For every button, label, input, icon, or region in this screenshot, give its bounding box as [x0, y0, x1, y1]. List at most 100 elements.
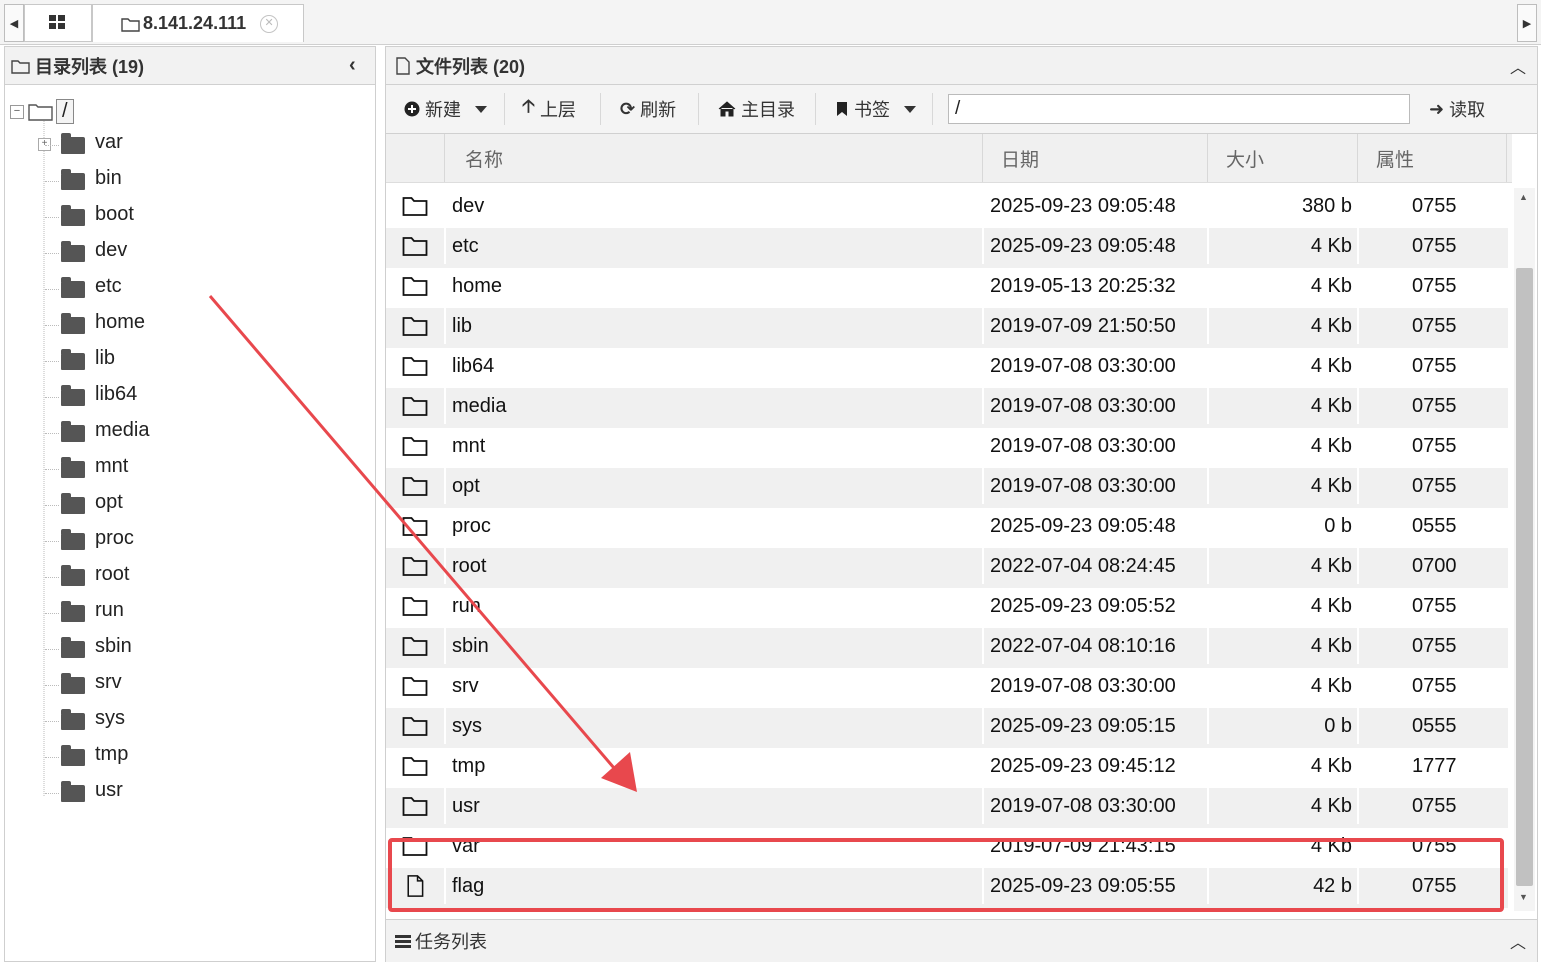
folder-icon	[402, 277, 428, 296]
table-row[interactable]: opt 2019-07-08 03:30:00 4 Kb 0755	[386, 468, 1508, 508]
tree-item-label: etc	[95, 275, 122, 297]
folder-icon	[61, 781, 85, 802]
table-row[interactable]: home 2019-05-13 20:25:32 4 Kb 0755	[386, 268, 1508, 308]
collapse-node-icon[interactable]: −	[10, 104, 24, 119]
tree-item-proc[interactable]: proc	[5, 523, 305, 559]
scrollbar-thumb[interactable]	[1516, 268, 1533, 886]
scroll-up-icon[interactable]: ▲	[1519, 192, 1528, 202]
file-panel-title: 文件列表 (20)	[416, 56, 526, 77]
tree-item-var[interactable]: + var	[5, 127, 305, 163]
table-row[interactable]: proc 2025-09-23 09:05:48 0 b 0555	[386, 508, 1508, 548]
table-row[interactable]: root 2022-07-04 08:24:45 4 Kb 0700	[386, 548, 1508, 588]
tasks-icon	[395, 935, 411, 948]
directory-panel-title: 目录列表 (19)	[35, 56, 145, 77]
tab-scroll-right-icon[interactable]: ▶	[1517, 4, 1537, 42]
tree-item-boot[interactable]: boot	[5, 199, 305, 235]
tree-item-home[interactable]: home	[5, 307, 305, 343]
folder-icon	[61, 349, 85, 370]
file-size: 4 Kb	[1310, 395, 1352, 417]
directory-panel: 目录列表 (19) ‹ − / + var bin boot dev etc home lib…	[4, 46, 376, 962]
folder-icon	[402, 437, 428, 456]
folder-icon	[402, 837, 428, 856]
column-header-attr[interactable]: 属性	[1357, 134, 1507, 182]
bookmark-button-label: 书签	[854, 100, 890, 120]
tab-home[interactable]	[24, 4, 92, 42]
tree-item-etc[interactable]: etc	[5, 271, 305, 307]
table-row[interactable]: sbin 2022-07-04 08:10:16 4 Kb 0755	[386, 628, 1508, 668]
table-row[interactable]: tmp 2025-09-23 09:45:12 4 Kb 1777	[386, 748, 1508, 788]
tree-item-run[interactable]: run	[5, 595, 305, 631]
file-attr: 0555	[1412, 515, 1457, 537]
tree-item-label: sbin	[95, 635, 132, 657]
up-button[interactable]: 🡡 上层	[522, 85, 576, 133]
path-input[interactable]: /	[948, 94, 1410, 124]
folder-icon	[402, 237, 428, 256]
up-button-label: 上层	[539, 100, 576, 120]
tab-scroll-left-icon[interactable]: ◀	[4, 4, 24, 42]
file-attr: 0755	[1412, 595, 1457, 617]
tree-item-label: sys	[95, 707, 125, 729]
file-attr: 0755	[1412, 315, 1457, 337]
folder-icon	[61, 205, 85, 226]
table-row[interactable]: var 2019-07-09 21:43:15 4 Kb 0755	[386, 828, 1508, 868]
folder-icon	[402, 637, 428, 656]
tree-item-sbin[interactable]: sbin	[5, 631, 305, 667]
tree-item-opt[interactable]: opt	[5, 487, 305, 523]
folder-icon	[402, 317, 428, 336]
file-date: 2025-09-23 09:05:48	[990, 515, 1176, 537]
collapse-up-icon[interactable]: ︿	[1510, 54, 1526, 78]
tab-host-label: 8.141.24.111	[143, 13, 247, 33]
table-row[interactable]: dev 2025-09-23 09:05:48 380 b 0755	[386, 188, 1508, 228]
column-header-size[interactable]: 大小	[1207, 134, 1357, 182]
tree-root[interactable]: − /	[10, 99, 74, 124]
table-row[interactable]: etc 2025-09-23 09:05:48 4 Kb 0755	[386, 228, 1508, 268]
folder-icon	[61, 457, 85, 478]
bookmark-button[interactable]: 书签	[836, 85, 916, 133]
tab-connection[interactable]: 8.141.24.111 ✕	[92, 4, 304, 42]
file-size: 4 Kb	[1310, 475, 1352, 497]
folder-icon	[402, 197, 428, 216]
file-name: root	[452, 555, 487, 577]
file-name: run	[452, 595, 481, 617]
tree-item-lib64[interactable]: lib64	[5, 379, 305, 415]
refresh-button[interactable]: ⟳ 刷新	[620, 85, 676, 133]
table-row[interactable]: lib64 2019-07-08 03:30:00 4 Kb 0755	[386, 348, 1508, 388]
tree-item-lib[interactable]: lib	[5, 343, 305, 379]
folder-icon	[61, 277, 85, 298]
tree-item-dev[interactable]: dev	[5, 235, 305, 271]
tree-item-tmp[interactable]: tmp	[5, 739, 305, 775]
column-header-name[interactable]: 名称	[444, 134, 982, 182]
tree-item-usr[interactable]: usr	[5, 775, 305, 811]
table-row[interactable]: run 2025-09-23 09:05:52 4 Kb 0755	[386, 588, 1508, 628]
tree-item-bin[interactable]: bin	[5, 163, 305, 199]
tree-item-srv[interactable]: srv	[5, 667, 305, 703]
tree-item-mnt[interactable]: mnt	[5, 451, 305, 487]
table-row[interactable]: usr 2019-07-08 03:30:00 4 Kb 0755	[386, 788, 1508, 828]
scroll-down-icon[interactable]: ▼	[1519, 892, 1528, 902]
table-row[interactable]: flag 2025-09-23 09:05:55 42 b 0755	[386, 868, 1508, 908]
tree-item-sys[interactable]: sys	[5, 703, 305, 739]
tree-item-media[interactable]: media	[5, 415, 305, 451]
table-row[interactable]: srv 2019-07-08 03:30:00 4 Kb 0755	[386, 668, 1508, 708]
column-header-date[interactable]: 日期	[982, 134, 1207, 182]
table-row[interactable]: media 2019-07-08 03:30:00 4 Kb 0755	[386, 388, 1508, 428]
read-button[interactable]: ➜ 读取	[1429, 85, 1485, 133]
file-list-scrollbar[interactable]: ▲ ▼	[1514, 188, 1535, 911]
file-name: sbin	[452, 635, 489, 657]
file-attr: 0755	[1412, 275, 1457, 297]
file-table-body: dev 2025-09-23 09:05:48 380 b 0755 etc 2025-0…	[386, 188, 1508, 911]
table-row[interactable]: sys 2025-09-23 09:05:15 0 b 0555	[386, 708, 1508, 748]
folder-icon	[61, 709, 85, 730]
expand-up-icon[interactable]: ︿	[1510, 929, 1526, 953]
tree-item-root[interactable]: root	[5, 559, 305, 595]
collapse-panel-icon[interactable]: ‹	[349, 54, 356, 77]
file-date: 2019-07-08 03:30:00	[990, 355, 1176, 377]
table-row[interactable]: lib 2019-07-09 21:50:50 4 Kb 0755	[386, 308, 1508, 348]
close-tab-icon[interactable]: ✕	[260, 14, 279, 33]
file-date: 2019-07-08 03:30:00	[990, 795, 1176, 817]
tree-item-label: opt	[95, 491, 123, 513]
task-panel-header[interactable]: 任务列表 ︿	[386, 919, 1537, 962]
new-button[interactable]: 新建	[404, 85, 487, 133]
home-button[interactable]: 主目录	[718, 85, 795, 133]
table-row[interactable]: mnt 2019-07-08 03:30:00 4 Kb 0755	[386, 428, 1508, 468]
